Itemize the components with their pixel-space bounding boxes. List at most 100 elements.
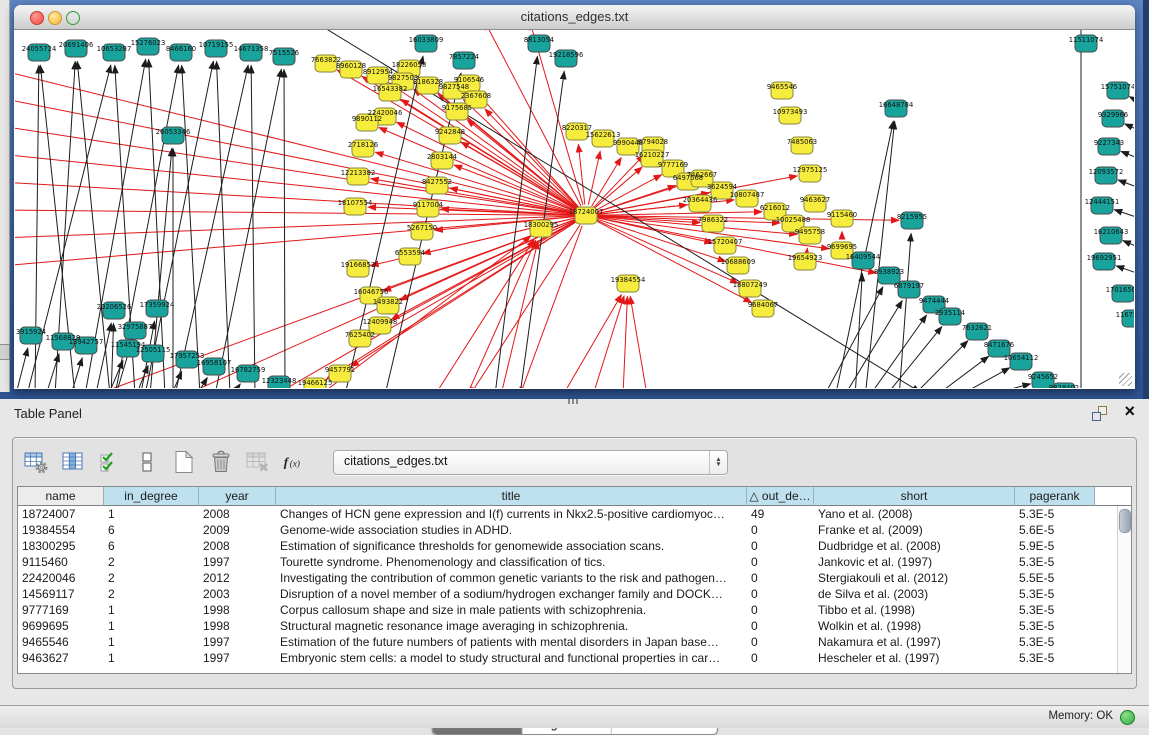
- network-edge[interactable]: [15, 154, 575, 214]
- network-edge[interactable]: [230, 384, 240, 388]
- table-row[interactable]: 911546021997Tourette syndrome. Phenomeno…: [18, 554, 1131, 570]
- network-edge[interactable]: [855, 273, 862, 388]
- network-edge[interactable]: [623, 296, 627, 388]
- trash-icon[interactable]: [208, 449, 234, 475]
- table-cell[interactable]: 0: [747, 554, 814, 570]
- column-header-out_de[interactable]: △ out_de…: [747, 487, 814, 506]
- network-canvas[interactable]: 1872400776638228960128891295418226058982…: [15, 30, 1134, 388]
- checklist-icon[interactable]: [97, 449, 123, 475]
- network-edge[interactable]: [175, 65, 248, 388]
- table-cell[interactable]: 0: [747, 602, 814, 618]
- left-panel-collapsed-tab[interactable]: [0, 344, 10, 360]
- table-row[interactable]: 969969511998Structural magnetic resonanc…: [18, 618, 1131, 634]
- network-edge[interactable]: [1114, 210, 1134, 220]
- table-row[interactable]: 1830029562008Estimation of significance …: [18, 538, 1131, 554]
- column-header-pagerank[interactable]: pagerank: [1015, 487, 1095, 506]
- network-edge[interactable]: [1129, 97, 1134, 105]
- table-cell[interactable]: 5.3E-5: [1015, 650, 1095, 666]
- table-cell[interactable]: 49: [747, 506, 814, 522]
- network-edge[interactable]: [578, 144, 584, 204]
- network-edge[interactable]: [630, 296, 647, 388]
- table-row[interactable]: 1938455462009Genome-wide association stu…: [18, 522, 1131, 538]
- network-window-titlebar[interactable]: citations_edges.txt: [14, 5, 1135, 30]
- table-cell[interactable]: 1: [104, 618, 199, 634]
- new-document-icon[interactable]: [171, 449, 197, 475]
- table-cell[interactable]: Changes of HCN gene expression and I(f) …: [276, 506, 747, 522]
- table-cell[interactable]: Estimation of significance thresholds fo…: [276, 538, 747, 554]
- table-cell[interactable]: 0: [747, 570, 814, 586]
- table-cell[interactable]: Hescheler et al. (1997): [814, 650, 1015, 666]
- network-edge[interactable]: [596, 182, 689, 212]
- table-cell[interactable]: 0: [747, 618, 814, 634]
- table-row[interactable]: 1456911722003Disruption of a novel membe…: [18, 586, 1131, 602]
- table-cell[interactable]: Yano et al. (2008): [814, 506, 1015, 522]
- network-edge[interactable]: [1125, 124, 1134, 133]
- network-edge[interactable]: [933, 356, 989, 388]
- table-cell[interactable]: Corpus callosum shape and size in male p…: [276, 602, 747, 618]
- table-cell[interactable]: 0: [747, 634, 814, 650]
- table-cell[interactable]: 1997: [199, 634, 276, 650]
- table-cell[interactable]: Disruption of a novel member of a sodium…: [276, 586, 747, 602]
- table-row[interactable]: 977716911998Corpus callosum shape and si…: [18, 602, 1131, 618]
- table-settings-icon[interactable]: [23, 449, 49, 475]
- table-row[interactable]: 946362711997Embryonic stem cells: a mode…: [18, 650, 1131, 666]
- network-edge[interactable]: [217, 61, 230, 388]
- table-cell[interactable]: 5.3E-5: [1015, 554, 1095, 570]
- network-edge[interactable]: [884, 327, 942, 388]
- table-cell[interactable]: 9465546: [18, 634, 104, 650]
- network-edge[interactable]: [588, 151, 600, 205]
- table-cell[interactable]: Nakamura et al. (1997): [814, 634, 1015, 650]
- table-cell[interactable]: 18300295: [18, 538, 104, 554]
- table-cell[interactable]: de Silva et al. (2003): [814, 586, 1015, 602]
- table-cell[interactable]: 18724007: [18, 506, 104, 522]
- network-edge[interactable]: [195, 378, 207, 388]
- table-select-dropdown[interactable]: citations_edges.txt ▲▼: [333, 450, 728, 475]
- network-edge[interactable]: [977, 384, 1030, 388]
- network-edge[interactable]: [594, 167, 642, 208]
- table-cell[interactable]: 1997: [199, 554, 276, 570]
- rows-icon[interactable]: [134, 449, 160, 475]
- table-cell[interactable]: 0: [747, 650, 814, 666]
- network-edge[interactable]: [1116, 266, 1134, 276]
- table-cell[interactable]: Stergiakouli et al. (2012): [814, 570, 1015, 586]
- column-header-name[interactable]: name: [18, 487, 104, 506]
- table-cell[interactable]: 6: [104, 538, 199, 554]
- network-edge[interactable]: [467, 240, 536, 388]
- network-edge[interactable]: [593, 296, 624, 388]
- table-cell[interactable]: 2009: [199, 522, 276, 538]
- table-cell[interactable]: 2003: [199, 586, 276, 602]
- close-panel-icon[interactable]: ×: [1124, 402, 1135, 420]
- network-edge[interactable]: [955, 368, 1010, 388]
- table-cell[interactable]: 1: [104, 650, 199, 666]
- table-cell[interactable]: Estimation of the future numbers of pati…: [276, 634, 747, 650]
- table-cell[interactable]: Embryonic stem cells: a model to study s…: [276, 650, 747, 666]
- network-edge[interactable]: [597, 212, 762, 215]
- network-edge[interactable]: [899, 233, 911, 388]
- float-panel-icon[interactable]: [1092, 406, 1107, 421]
- table-cell[interactable]: 5.3E-5: [1015, 586, 1095, 602]
- network-edge[interactable]: [520, 226, 582, 388]
- table-cell[interactable]: 1997: [199, 650, 276, 666]
- table-cell[interactable]: 2008: [199, 538, 276, 554]
- scrollbar-thumb[interactable]: [1119, 509, 1131, 533]
- table-cell[interactable]: 9777169: [18, 602, 104, 618]
- table-cell[interactable]: 1: [104, 634, 199, 650]
- network-edge[interactable]: [1121, 151, 1134, 161]
- table-cell[interactable]: 9699695: [18, 618, 104, 634]
- network-edge[interactable]: [1118, 180, 1134, 190]
- table-cell[interactable]: 1998: [199, 618, 276, 634]
- network-edge[interactable]: [182, 65, 200, 388]
- network-edge[interactable]: [911, 341, 968, 388]
- network-edge[interactable]: [596, 175, 662, 211]
- network-edge[interactable]: [251, 65, 255, 388]
- network-edge[interactable]: [868, 315, 927, 388]
- table-cell[interactable]: 1998: [199, 602, 276, 618]
- table-cell[interactable]: 0: [747, 586, 814, 602]
- table-cell[interactable]: 5.3E-5: [1015, 506, 1095, 522]
- table-cell[interactable]: 5.5E-5: [1015, 570, 1095, 586]
- table-cell[interactable]: Tibbo et al. (1998): [814, 602, 1015, 618]
- table-cell[interactable]: 2012: [199, 570, 276, 586]
- network-edge[interactable]: [823, 287, 883, 388]
- table-cell[interactable]: Genome-wide association studies in ADHD.: [276, 522, 747, 538]
- table-cell[interactable]: Wolkin et al. (1998): [814, 618, 1015, 634]
